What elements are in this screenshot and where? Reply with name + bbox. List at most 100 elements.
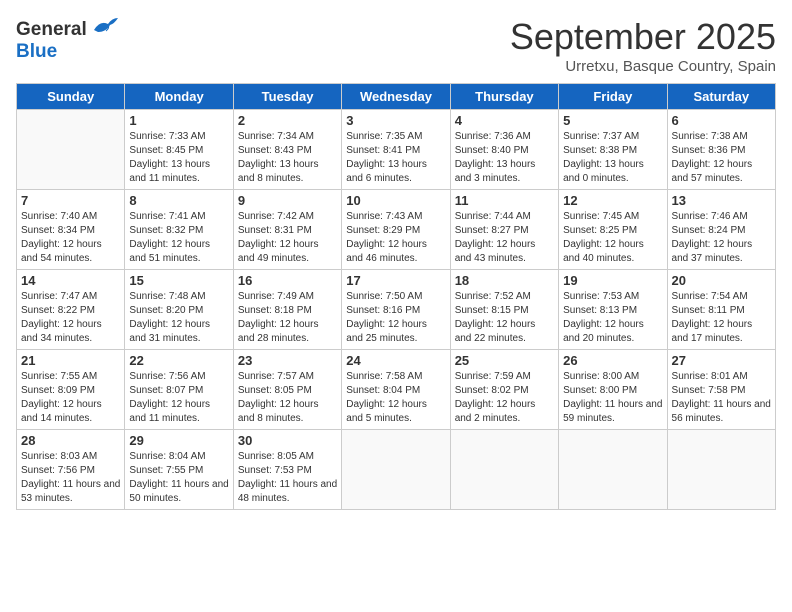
logo: General Blue [16,16,118,61]
weekday-header: Monday [125,84,233,110]
calendar-day-cell [667,430,775,510]
calendar-day-cell: 20 Sunrise: 7:54 AMSunset: 8:11 PMDayligh… [667,270,775,350]
calendar-day-cell: 16 Sunrise: 7:49 AMSunset: 8:18 PMDayligh… [233,270,341,350]
day-info: Sunrise: 7:46 AMSunset: 8:24 PMDaylight:… [672,210,771,266]
calendar-day-cell: 6 Sunrise: 7:38 AMSunset: 8:36 PMDaylight… [667,110,775,190]
calendar-day-cell: 22Sunrise: 7:56 AMSunset: 8:07 PMDayligh… [125,350,233,430]
calendar-day-cell: 12 Sunrise: 7:45 AMSunset: 8:25 PMDayligh… [559,190,667,270]
day-number: 13 [672,193,771,208]
day-number: 23 [238,353,337,368]
calendar-day-cell: 2Sunrise: 7:34 AMSunset: 8:43 PMDaylight… [233,110,341,190]
day-info: Sunrise: 8:03 AMSunset: 7:56 PMDaylight:… [21,450,120,506]
day-info: Sunrise: 7:40 AMSunset: 8:34 PMDaylight:… [21,210,120,266]
day-number: 28 [21,433,120,448]
day-info: Sunrise: 8:04 AMSunset: 7:55 PMDaylight:… [129,450,228,506]
day-info: Sunrise: 7:48 AMSunset: 8:20 PMDaylight:… [129,290,228,346]
day-number: 15 [129,273,228,288]
day-number: 25 [455,353,554,368]
calendar-day-cell: 3Sunrise: 7:35 AMSunset: 8:41 PMDaylight… [342,110,450,190]
calendar-day-cell: 30 Sunrise: 8:05 AMSunset: 7:53 PMDayligh… [233,430,341,510]
day-info: Sunrise: 7:44 AMSunset: 8:27 PMDaylight:… [455,210,554,266]
day-info: Sunrise: 7:57 AMSunset: 8:05 PMDaylight:… [238,370,337,426]
calendar-week-row: 1 Sunrise: 7:33 AMSunset: 8:45 PMDaylight… [17,110,776,190]
calendar-day-cell: 11 Sunrise: 7:44 AMSunset: 8:27 PMDayligh… [450,190,558,270]
calendar-day-cell: 27 Sunrise: 8:01 AMSunset: 7:58 PMDayligh… [667,350,775,430]
weekday-header: Saturday [667,84,775,110]
day-info: Sunrise: 8:00 AMSunset: 8:00 PMDaylight:… [563,370,662,426]
day-number: 27 [672,353,771,368]
weekday-header: Friday [559,84,667,110]
day-info: Sunrise: 7:33 AMSunset: 8:45 PMDaylight:… [129,130,228,186]
calendar-day-cell: 5Sunrise: 7:37 AMSunset: 8:38 PMDaylight… [559,110,667,190]
calendar-day-cell: 13 Sunrise: 7:46 AMSunset: 8:24 PMDayligh… [667,190,775,270]
month-title: September 2025 [510,16,776,58]
weekday-header: Wednesday [342,84,450,110]
calendar-week-row: 28 Sunrise: 8:03 AMSunset: 7:56 PMDayligh… [17,430,776,510]
calendar-day-cell: 4 Sunrise: 7:36 AMSunset: 8:40 PMDaylight… [450,110,558,190]
day-info: Sunrise: 7:38 AMSunset: 8:36 PMDaylight:… [672,130,771,186]
calendar-day-cell: 26Sunrise: 8:00 AMSunset: 8:00 PMDayligh… [559,350,667,430]
day-info: Sunrise: 7:56 AMSunset: 8:07 PMDaylight:… [129,370,228,426]
day-info: Sunrise: 7:36 AMSunset: 8:40 PMDaylight:… [455,130,554,186]
day-info: Sunrise: 7:55 AMSunset: 8:09 PMDaylight:… [21,370,120,426]
day-number: 18 [455,273,554,288]
day-info: Sunrise: 7:58 AMSunset: 8:04 PMDaylight:… [346,370,445,426]
calendar-day-cell: 21 Sunrise: 7:55 AMSunset: 8:09 PMDayligh… [17,350,125,430]
calendar-week-row: 7 Sunrise: 7:40 AMSunset: 8:34 PMDaylight… [17,190,776,270]
day-number: 2 [238,113,337,128]
day-number: 6 [672,113,771,128]
day-info: Sunrise: 7:53 AMSunset: 8:13 PMDaylight:… [563,290,662,346]
calendar-day-cell: 24Sunrise: 7:58 AMSunset: 8:04 PMDayligh… [342,350,450,430]
weekday-header-row: SundayMondayTuesdayWednesdayThursdayFrid… [17,84,776,110]
calendar-week-row: 21 Sunrise: 7:55 AMSunset: 8:09 PMDayligh… [17,350,776,430]
logo-bird-icon [90,16,118,42]
day-info: Sunrise: 7:45 AMSunset: 8:25 PMDaylight:… [563,210,662,266]
day-info: Sunrise: 7:52 AMSunset: 8:15 PMDaylight:… [455,290,554,346]
day-number: 12 [563,193,662,208]
weekday-header: Tuesday [233,84,341,110]
calendar-day-cell: 15 Sunrise: 7:48 AMSunset: 8:20 PMDayligh… [125,270,233,350]
day-number: 20 [672,273,771,288]
day-number: 10 [346,193,445,208]
title-block: September 2025 Urretxu, Basque Country, … [510,16,776,75]
day-info: Sunrise: 7:54 AMSunset: 8:11 PMDaylight:… [672,290,771,346]
day-number: 14 [21,273,120,288]
logo-blue-text: Blue [16,42,118,61]
day-number: 4 [455,113,554,128]
day-number: 9 [238,193,337,208]
day-number: 7 [21,193,120,208]
day-info: Sunrise: 8:05 AMSunset: 7:53 PMDaylight:… [238,450,337,506]
day-number: 16 [238,273,337,288]
logo-general-text: General [16,20,87,39]
day-info: Sunrise: 8:01 AMSunset: 7:58 PMDaylight:… [672,370,771,426]
day-info: Sunrise: 7:43 AMSunset: 8:29 PMDaylight:… [346,210,445,266]
weekday-header: Thursday [450,84,558,110]
calendar-day-cell [17,110,125,190]
calendar-day-cell: 23 Sunrise: 7:57 AMSunset: 8:05 PMDayligh… [233,350,341,430]
day-number: 29 [129,433,228,448]
calendar-day-cell: 8Sunrise: 7:41 AMSunset: 8:32 PMDaylight… [125,190,233,270]
calendar-day-cell: 10 Sunrise: 7:43 AMSunset: 8:29 PMDayligh… [342,190,450,270]
page-header: General Blue September 2025 Urretxu, Bas… [16,16,776,75]
calendar-day-cell: 19 Sunrise: 7:53 AMSunset: 8:13 PMDayligh… [559,270,667,350]
calendar-table: SundayMondayTuesdayWednesdayThursdayFrid… [16,83,776,510]
calendar-day-cell: 17Sunrise: 7:50 AMSunset: 8:16 PMDayligh… [342,270,450,350]
day-info: Sunrise: 7:47 AMSunset: 8:22 PMDaylight:… [21,290,120,346]
calendar-day-cell: 25 Sunrise: 7:59 AMSunset: 8:02 PMDayligh… [450,350,558,430]
calendar-day-cell [450,430,558,510]
day-info: Sunrise: 7:37 AMSunset: 8:38 PMDaylight:… [563,130,662,186]
calendar-day-cell: 18 Sunrise: 7:52 AMSunset: 8:15 PMDayligh… [450,270,558,350]
day-number: 3 [346,113,445,128]
calendar-day-cell: 7 Sunrise: 7:40 AMSunset: 8:34 PMDaylight… [17,190,125,270]
calendar-day-cell: 28 Sunrise: 8:03 AMSunset: 7:56 PMDayligh… [17,430,125,510]
day-info: Sunrise: 7:49 AMSunset: 8:18 PMDaylight:… [238,290,337,346]
day-number: 11 [455,193,554,208]
location-subtitle: Urretxu, Basque Country, Spain [510,58,776,75]
day-number: 19 [563,273,662,288]
day-number: 21 [21,353,120,368]
day-number: 30 [238,433,337,448]
day-number: 8 [129,193,228,208]
day-number: 1 [129,113,228,128]
day-info: Sunrise: 7:59 AMSunset: 8:02 PMDaylight:… [455,370,554,426]
day-info: Sunrise: 7:50 AMSunset: 8:16 PMDaylight:… [346,290,445,346]
